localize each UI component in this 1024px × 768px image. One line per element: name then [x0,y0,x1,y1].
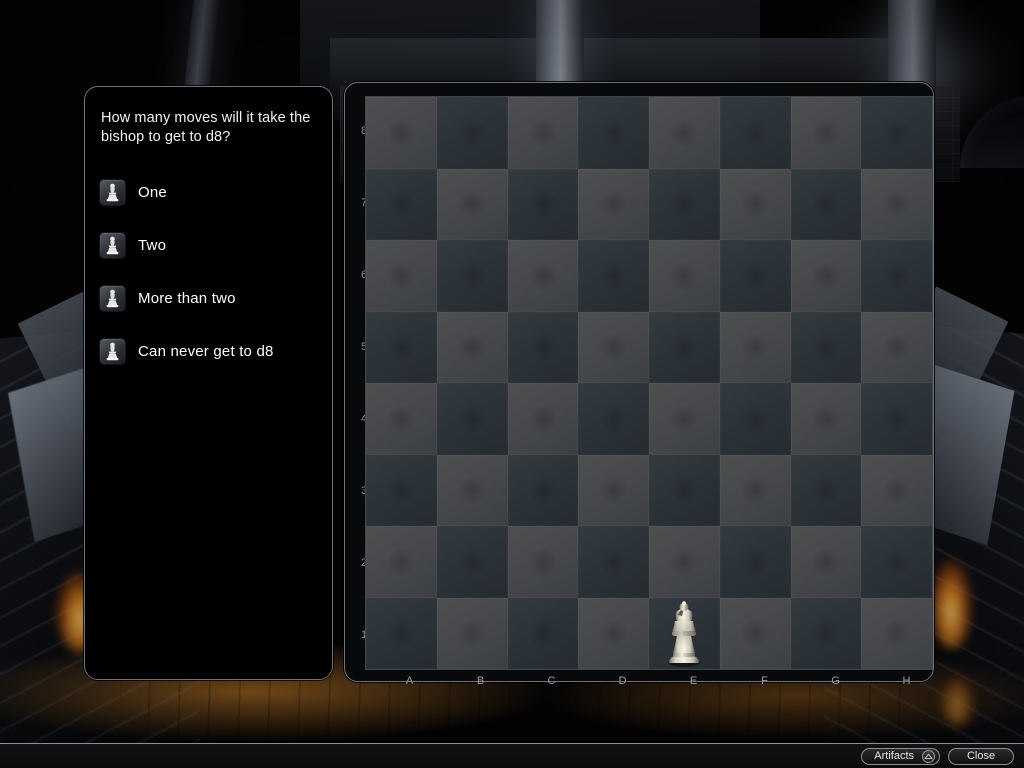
board-square-a1[interactable] [366,597,437,669]
board-square-a4[interactable] [366,383,437,455]
board-square-g6[interactable] [790,240,862,312]
board-square-g4[interactable] [790,383,862,455]
board-square-c4[interactable] [507,383,579,455]
board-square-h1[interactable] [861,597,932,669]
board-square-d3[interactable] [578,454,649,526]
board-square-f2[interactable] [719,526,791,598]
board-square-c1[interactable] [507,597,579,669]
chess-piece-icon [99,337,126,365]
answer-option-1[interactable]: One [99,169,318,215]
board-square-b1[interactable] [436,597,508,669]
board-square-h4[interactable] [861,383,932,455]
board-square-d6[interactable] [578,240,649,312]
board-square-f3[interactable] [719,454,791,526]
board-square-f1[interactable] [719,597,791,669]
artifacts-button[interactable]: Artifacts [861,747,940,765]
chess-piece-icon [99,284,126,312]
board-square-c2[interactable] [507,526,579,598]
board-square-b7[interactable] [436,168,508,240]
board-square-b6[interactable] [436,240,508,312]
chessboard-panel: 87654321 ABCDEFGH [344,82,934,687]
board-square-c3[interactable] [507,454,579,526]
answer-option-4[interactable]: Can never get to d8 [99,328,318,374]
answer-option-label: More than two [138,289,236,307]
close-label: Close [966,750,996,762]
board-square-d2[interactable] [578,526,649,598]
board-square-g1[interactable] [790,597,862,669]
board-square-b3[interactable] [436,454,508,526]
board-square-d7[interactable] [578,168,649,240]
board-square-b2[interactable] [436,526,508,598]
chess-piece-icon [99,231,126,259]
board-square-h6[interactable] [861,240,932,312]
question-text: How many moves will it take the bishop t… [101,110,311,145]
board-square-e5[interactable] [649,311,720,383]
torch-flame-right [930,560,972,648]
board-square-c8[interactable] [507,97,579,169]
board-square-a7[interactable] [366,168,437,240]
file-label: D [618,675,627,687]
file-label: F [761,675,768,687]
board-square-d1[interactable] [578,597,649,669]
file-label: C [547,675,556,687]
board-square-d4[interactable] [578,383,649,455]
file-label: H [902,675,911,687]
board-square-c5[interactable] [507,311,579,383]
board-square-a2[interactable] [366,526,437,598]
board-square-a8[interactable] [366,97,437,169]
board-square-d8[interactable] [578,97,649,169]
board-square-h8[interactable] [861,97,932,169]
board-square-g2[interactable] [790,526,862,598]
file-label: E [689,675,698,687]
artifacts-label: Artifacts [874,750,914,762]
board-square-e6[interactable] [649,240,720,312]
answer-option-2[interactable]: Two [99,222,318,268]
board-square-d5[interactable] [578,311,649,383]
bottom-toolbar: Artifacts Close [0,743,1024,768]
board-square-a6[interactable] [366,240,437,312]
board-square-h5[interactable] [861,311,932,383]
board-square-b4[interactable] [436,383,508,455]
board-square-b5[interactable] [436,311,508,383]
file-labels: A B C D E F G H [374,675,942,693]
chessboard-wrapper: 87654321 ABCDEFGH [354,89,933,687]
file-label: G [831,675,840,687]
board-square-b8[interactable] [436,97,508,169]
file-label: A [405,675,414,687]
chess-piece-icon [99,178,126,206]
board-square-a5[interactable] [366,311,437,383]
answer-option-label: Can never get to d8 [138,342,274,360]
chessboard[interactable] [365,96,933,670]
board-square-g8[interactable] [790,97,862,169]
board-square-h7[interactable] [861,168,932,240]
chevron-up-icon[interactable] [922,749,935,763]
question-panel: How many moves will it take the bishop t… [84,86,333,680]
board-square-f6[interactable] [719,240,791,312]
board-square-g7[interactable] [790,168,862,240]
white-bishop-piece[interactable] [658,601,710,667]
board-square-h2[interactable] [861,526,932,598]
board-square-c6[interactable] [507,240,579,312]
file-label: B [476,675,485,687]
answer-option-3[interactable]: More than two [99,275,318,321]
board-square-e4[interactable] [649,383,720,455]
close-button[interactable]: Close [948,747,1014,765]
board-square-h3[interactable] [861,454,932,526]
board-square-f7[interactable] [719,168,791,240]
board-square-e2[interactable] [649,526,720,598]
board-square-f5[interactable] [719,311,791,383]
board-square-a3[interactable] [366,454,437,526]
board-square-g3[interactable] [790,454,862,526]
board-square-e1[interactable] [649,597,720,669]
board-square-e8[interactable] [649,97,720,169]
answer-option-label: One [138,183,167,201]
answer-option-label: Two [138,236,167,254]
board-square-e7[interactable] [649,168,720,240]
board-square-c7[interactable] [507,168,579,240]
board-square-e3[interactable] [649,454,720,526]
board-square-g5[interactable] [790,311,862,383]
board-square-f8[interactable] [719,97,791,169]
board-square-f4[interactable] [719,383,791,455]
